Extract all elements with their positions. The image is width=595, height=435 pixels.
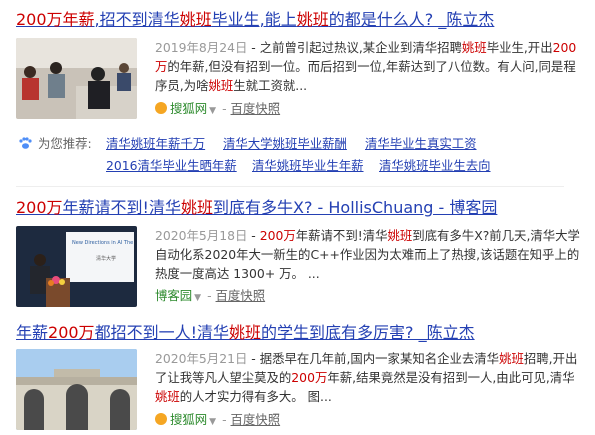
source-name[interactable]: 搜狐网: [170, 101, 207, 116]
result-snippet: 2020年5月18日 - 200万年薪请不到!清华姚班到底有多牛X?前几天,清华…: [155, 226, 585, 284]
title-text: 年薪: [16, 323, 49, 342]
result-date: 2019年8月24日: [155, 40, 248, 55]
cache-link[interactable]: 百度快照: [231, 412, 281, 427]
result-date: 2020年5月18日: [155, 228, 248, 243]
recommend-link[interactable]: 清华毕业生真实工资: [365, 134, 477, 152]
snippet-text: 年薪,结果竟然是没有招到一人,由此可见,清华: [327, 370, 575, 386]
recommendation-bar: 为您推荐: 清华姚班年薪千万 清华大学姚班毕业薪酬 清华毕业生真实工资 2016…: [16, 132, 564, 184]
paw-icon: [18, 135, 32, 154]
result-thumbnail[interactable]: [16, 38, 137, 119]
snippet-highlight: 姚班: [387, 228, 413, 243]
recommend-label: 为您推荐:: [38, 136, 92, 151]
snippet-text: 生就工资就...: [233, 78, 308, 94]
title-highlight: 200万年薪: [16, 10, 95, 29]
slide-text: New Directions in AI The: [72, 240, 133, 246]
snippet-text: 年薪请不到!清华: [295, 228, 388, 243]
result-title-link[interactable]: 200万年薪请不到!清华姚班到底有多牛X? - HollisChuang - 博…: [16, 198, 497, 218]
title-highlight: 姚班: [296, 10, 329, 29]
source-name[interactable]: 博客园: [155, 288, 192, 303]
result-date: 2020年5月21日: [155, 351, 248, 366]
title-text: 年薪请不到!清华: [62, 198, 181, 217]
title-text: ,招不到清华: [94, 10, 180, 29]
divider: [16, 186, 564, 187]
cache-link[interactable]: 百度快照: [231, 101, 281, 116]
slide-text: 清华大学: [96, 255, 116, 262]
result-title-link[interactable]: 年薪200万都招不到一人!清华姚班的学生到底有多厉害? _陈立杰: [16, 323, 475, 343]
snippet-highlight: 200万: [291, 370, 328, 386]
result-thumbnail[interactable]: [16, 349, 137, 430]
snippet-highlight: 200万: [259, 228, 296, 243]
title-highlight: 200万: [48, 323, 95, 342]
title-text: 的都是什么人? _陈立杰: [328, 10, 495, 29]
title-highlight: 200万: [16, 198, 63, 217]
result-source: 博客园 ▼ - 百度快照: [155, 287, 265, 307]
recommend-link[interactable]: 清华姚班年薪千万: [106, 134, 205, 152]
snippet-highlight: 姚班: [208, 78, 234, 94]
snippet-highlight: 姚班: [155, 389, 180, 405]
title-text: 毕业生,能上: [211, 10, 297, 29]
title-highlight: 姚班: [179, 10, 212, 29]
separator: -: [222, 412, 227, 427]
title-text: 到底有多牛X? - HollisChuang - 博客园: [212, 198, 498, 217]
title-highlight: 姚班: [180, 198, 213, 217]
sohu-icon: [155, 413, 167, 425]
title-text: 的学生到底有多厉害? _陈立杰: [261, 323, 475, 342]
result-snippet: 2019年8月24日 - 之前曾引起过热议,某企业到清华招聘姚班毕业生,开出20…: [155, 38, 585, 96]
sohu-icon: [155, 102, 167, 114]
chevron-down-icon[interactable]: ▼: [209, 417, 216, 427]
source-name[interactable]: 搜狐网: [170, 412, 207, 427]
chevron-down-icon[interactable]: ▼: [209, 106, 216, 116]
separator: -: [207, 288, 212, 303]
snippet-highlight: 姚班: [461, 40, 487, 55]
recommend-link[interactable]: 清华姚班毕业生年薪: [252, 156, 364, 174]
title-highlight: 姚班: [228, 323, 261, 342]
chevron-down-icon[interactable]: ▼: [194, 293, 201, 303]
snippet-text: - 据悉早在几年前,国内一家某知名企业去清华: [247, 351, 500, 366]
recommend-link[interactable]: 清华大学姚班毕业薪酬: [223, 134, 347, 152]
cache-link[interactable]: 百度快照: [216, 288, 266, 303]
result-source: 搜狐网 ▼ - 百度快照: [155, 411, 280, 431]
snippet-text: 的人才实力得有多大。 图...: [179, 389, 332, 405]
snippet-text: 毕业生,开出: [486, 40, 553, 55]
separator: -: [222, 101, 227, 116]
snippet-text: -: [247, 228, 260, 243]
result-thumbnail[interactable]: New Directions in AI The 清华大学: [16, 226, 137, 307]
result-snippet: 2020年5月21日 - 据悉早在几年前,国内一家某知名企业去清华姚班招聘,开出…: [155, 349, 585, 407]
title-text: 都招不到一人!清华: [94, 323, 229, 342]
result-title-link[interactable]: 200万年薪,招不到清华姚班毕业生,能上姚班的都是什么人? _陈立杰: [16, 10, 494, 30]
snippet-text: - 之前曾引起过热议,某企业到清华招聘: [247, 40, 462, 55]
snippet-highlight: 姚班: [499, 351, 524, 366]
result-source: 搜狐网 ▼ - 百度快照: [155, 100, 280, 120]
recommend-link[interactable]: 2016清华毕业生晒年薪: [106, 156, 237, 174]
recommend-link[interactable]: 清华姚班毕业生去向: [379, 156, 491, 174]
